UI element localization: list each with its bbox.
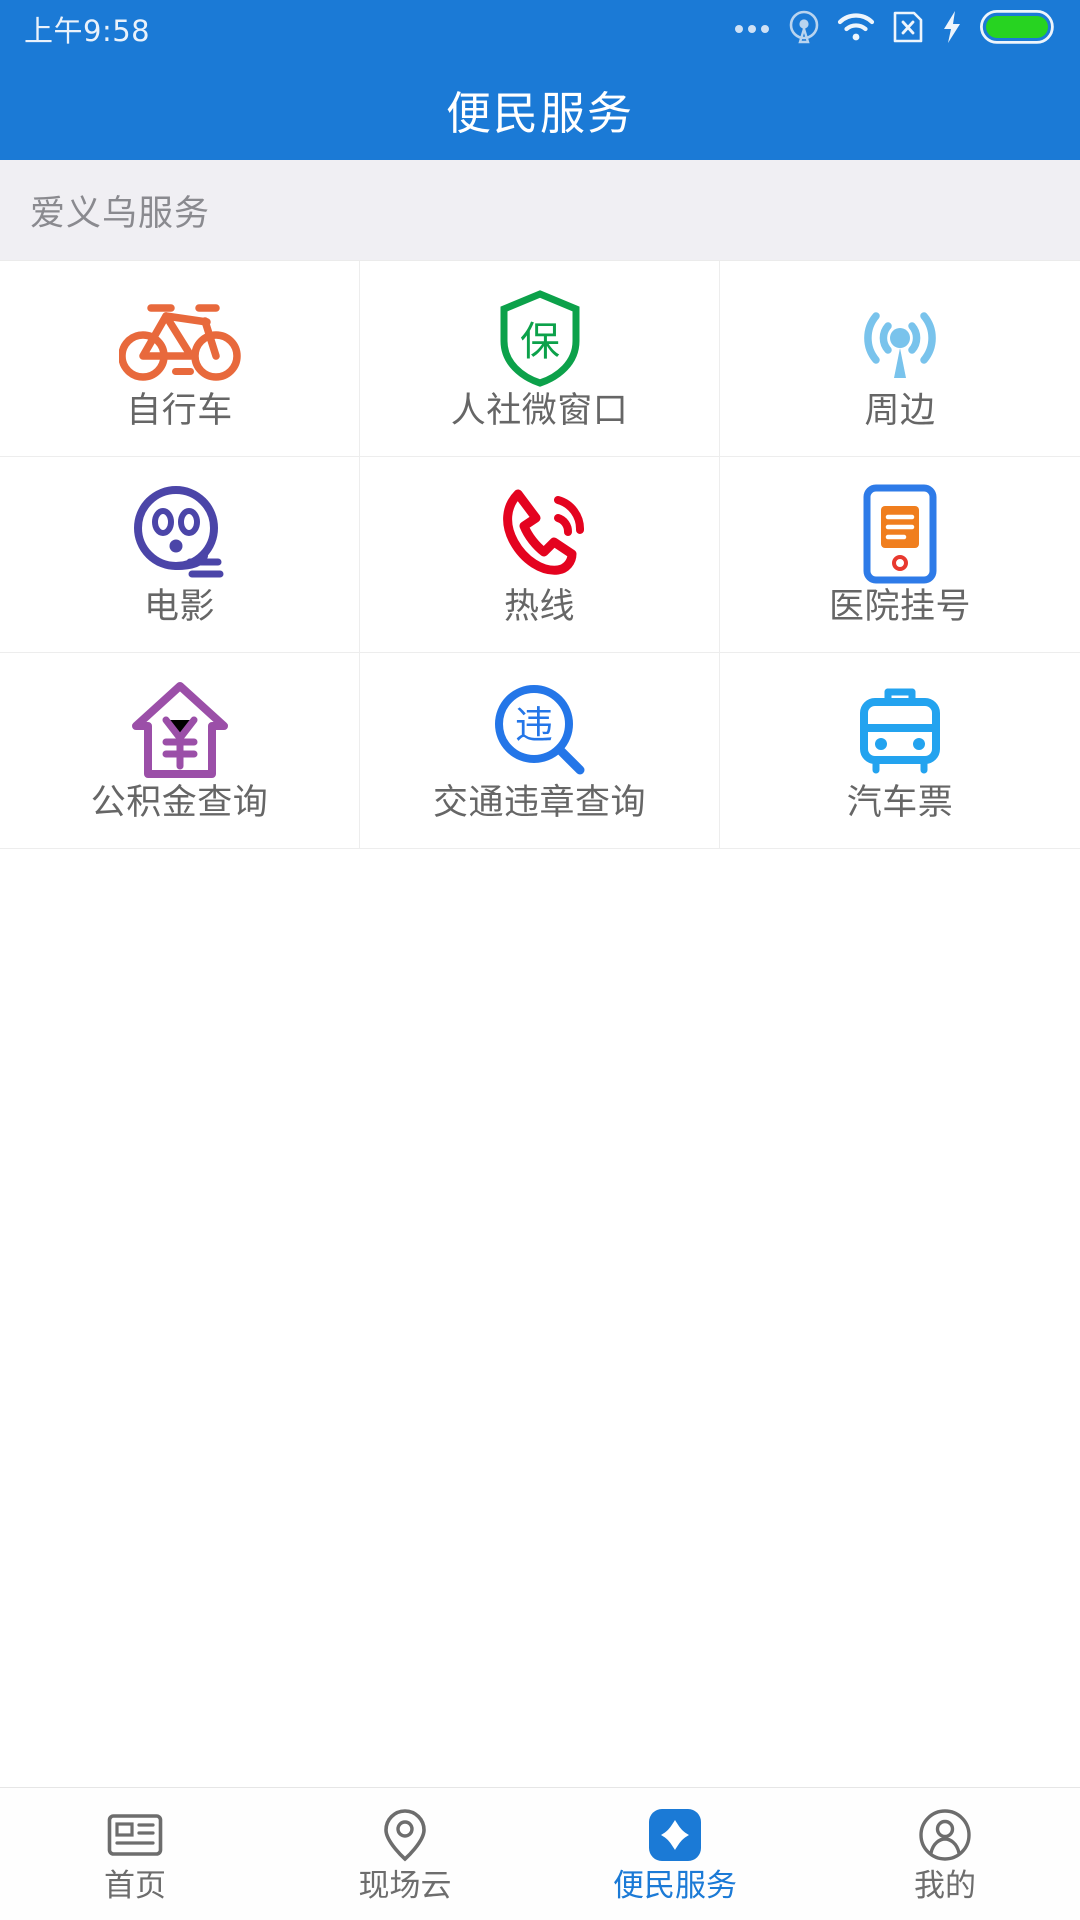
tab-label: 首页 <box>104 1867 166 1904</box>
traffic-violation-search-icon: 违 <box>490 680 590 780</box>
service-item-hospital-registration[interactable]: 医院挂号 <box>720 457 1080 653</box>
status-time: 上午9:58 <box>24 14 151 48</box>
film-reel-icon <box>132 484 228 584</box>
service-item-nearby[interactable]: 周边 <box>720 261 1080 457</box>
service-item-hotline[interactable]: 热线 <box>360 457 720 653</box>
location-gps-icon <box>788 9 820 49</box>
bus-ticket-icon <box>850 680 950 780</box>
location-pin-icon <box>383 1807 427 1863</box>
service-diamond-icon <box>646 1807 704 1863</box>
svg-text:保: 保 <box>520 319 560 365</box>
service-item-housing-fund[interactable]: 公积金查询 <box>0 653 360 849</box>
sim-no-card-icon <box>892 10 924 48</box>
service-item-label: 电影 <box>143 587 215 627</box>
service-item-social-security[interactable]: 保 人社微窗口 <box>360 261 720 457</box>
signal-radar-icon <box>852 288 948 388</box>
bottom-tab-bar: 首页 现场云 便民服务 我的 <box>0 1787 1080 1920</box>
user-profile-icon <box>918 1807 972 1863</box>
tab-mine[interactable]: 我的 <box>810 1788 1080 1920</box>
page-title: 便民服务 <box>445 86 634 140</box>
service-item-label: 公积金查询 <box>90 783 269 823</box>
app-header: 便民服务 <box>0 58 1080 160</box>
service-item-label: 热线 <box>503 587 575 627</box>
service-item-movie[interactable]: 电影 <box>0 457 360 653</box>
hospital-register-icon <box>861 484 939 584</box>
service-item-traffic-violation[interactable]: 违 交通违章查询 <box>360 653 720 849</box>
tab-label: 现场云 <box>358 1867 452 1904</box>
house-yuan-icon <box>130 680 230 780</box>
service-grid: 自行车 保 人社微窗口 周边 电影 热线 医院挂号 公积金查询 违 交通违章查询… <box>0 260 1080 849</box>
section-header: 爱义乌服务 <box>0 160 1080 260</box>
newspaper-home-icon <box>107 1807 163 1863</box>
app-screen: 上午9:58 便民服务 爱义乌服务 自行车 保 人社微窗口 周边 电影 热线 医… <box>0 0 1080 1920</box>
tab-home[interactable]: 首页 <box>0 1788 270 1920</box>
service-item-bus-ticket[interactable]: 汽车票 <box>720 653 1080 849</box>
wifi-icon <box>837 12 875 46</box>
more-dots-icon <box>735 25 769 33</box>
svg-text:违: 违 <box>514 703 552 747</box>
service-item-label: 交通违章查询 <box>432 783 646 823</box>
charging-bolt-icon <box>941 10 963 48</box>
tab-convenience-services[interactable]: 便民服务 <box>540 1788 810 1920</box>
section-header-label: 爱义乌服务 <box>30 193 211 234</box>
battery-full-icon <box>979 9 1054 48</box>
service-item-bicycle[interactable]: 自行车 <box>0 261 360 457</box>
tab-label: 我的 <box>914 1867 976 1904</box>
service-item-label: 自行车 <box>126 391 233 431</box>
tab-live-cloud[interactable]: 现场云 <box>270 1788 540 1920</box>
phone-hotline-icon <box>488 484 592 584</box>
content-empty-area <box>0 849 1080 1787</box>
tab-label: 便民服务 <box>613 1867 737 1904</box>
status-bar: 上午9:58 <box>0 0 1080 58</box>
service-item-label: 人社微窗口 <box>450 391 629 431</box>
bicycle-icon <box>118 288 241 388</box>
service-item-label: 汽车票 <box>846 783 954 823</box>
service-item-label: 周边 <box>864 391 936 431</box>
shield-insurance-icon: 保 <box>494 288 586 388</box>
status-icon-group <box>735 9 1054 49</box>
service-item-label: 医院挂号 <box>828 587 971 627</box>
